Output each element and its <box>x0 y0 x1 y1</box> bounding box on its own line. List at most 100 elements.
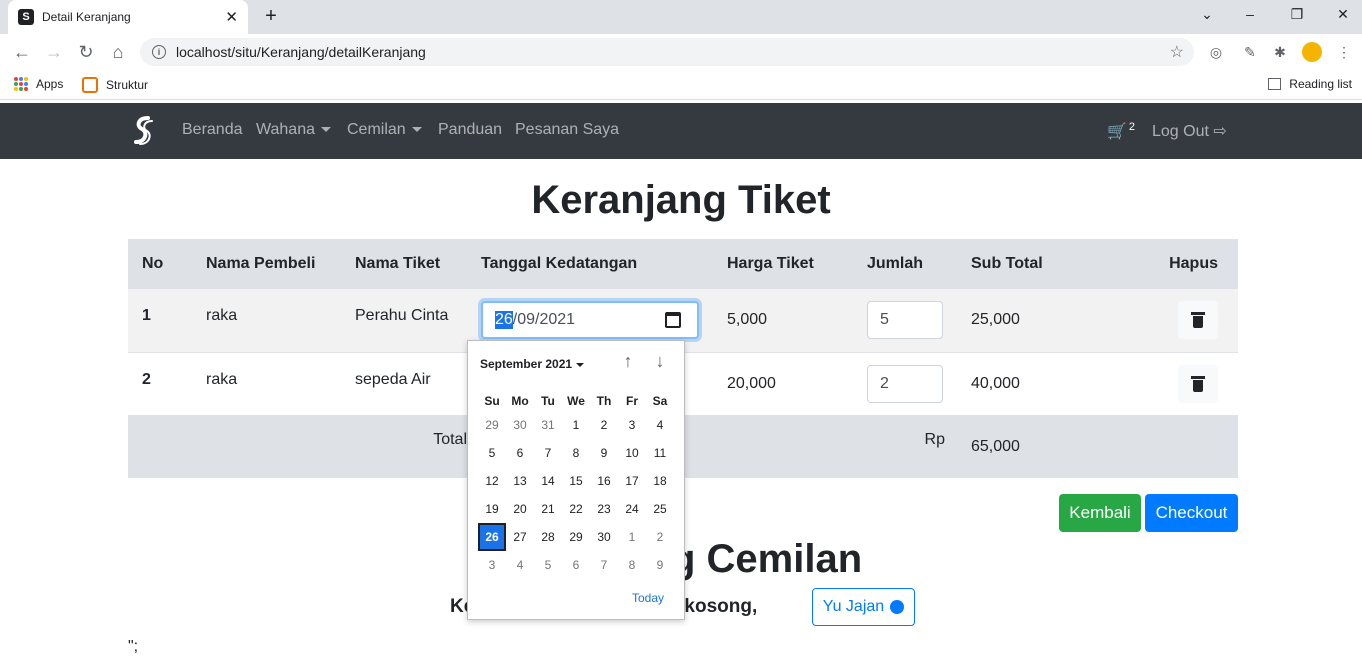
browser-tab[interactable]: S Detail Keranjang ✕ <box>8 0 248 34</box>
bookmark-apps[interactable]: Apps <box>14 77 63 91</box>
month-year-selector[interactable]: September 2021 <box>480 357 585 371</box>
calendar-icon[interactable] <box>665 312 681 329</box>
weekday-label: Mo <box>511 394 529 408</box>
calendar-day[interactable]: 18 <box>646 467 674 495</box>
logout-link[interactable]: Log Out ⇨ <box>1152 121 1227 141</box>
calendar-day[interactable]: 25 <box>646 495 674 523</box>
calendar-day[interactable]: 8 <box>562 439 590 467</box>
bookmark-star-icon[interactable]: ☆ <box>1170 42 1184 62</box>
calendar-day[interactable]: 9 <box>590 439 618 467</box>
date-day-segment[interactable]: 26 <box>495 311 513 330</box>
tab-search-icon[interactable]: ⌄ <box>1195 6 1219 23</box>
calendar-day[interactable]: 12 <box>478 467 506 495</box>
calendar-day[interactable]: 5 <box>534 551 562 579</box>
calendar-day[interactable]: 28 <box>534 523 562 551</box>
row-hapus-cell <box>1137 351 1238 415</box>
quantity-input[interactable]: 2 <box>867 364 943 403</box>
calendar-day[interactable]: 27 <box>506 523 534 551</box>
calendar-day[interactable]: 7 <box>534 439 562 467</box>
col-header-nama-tiket: Nama Tiket <box>341 239 467 289</box>
reading-list-button[interactable]: Reading list <box>1268 77 1352 91</box>
new-tab-plus-icon[interactable]: + <box>260 5 282 28</box>
browser-toolbar: ← → ↻ ⌂ i localhost/situ/Keranjang/detai… <box>0 34 1362 70</box>
calendar-day[interactable]: 7 <box>590 551 618 579</box>
checkout-button[interactable]: Checkout <box>1145 494 1238 532</box>
calendar-day[interactable]: 22 <box>562 495 590 523</box>
calendar-day[interactable]: 3 <box>478 551 506 579</box>
nav-beranda[interactable]: Beranda <box>182 121 243 139</box>
menu-kebab-icon[interactable]: ⋮ <box>1334 42 1354 62</box>
calendar-day[interactable]: 6 <box>506 439 534 467</box>
delete-button[interactable] <box>1178 301 1218 340</box>
calendar-grid: Su Mo Tu We Th Fr Sa 29 30 31 1 2 3 4 5 6 7 8 9 10 11… <box>478 391 674 579</box>
site-info-icon[interactable]: i <box>152 45 166 59</box>
nav-wahana-dropdown[interactable]: Wahana <box>256 121 331 139</box>
nav-pesanan-saya[interactable]: Pesanan Saya <box>515 121 619 139</box>
extension-eyedropper-icon[interactable]: ✎ <box>1240 42 1260 62</box>
restore-icon[interactable]: ❐ <box>1285 6 1309 23</box>
brand-logo-icon[interactable] <box>130 115 156 147</box>
date-input[interactable]: 26/09/2021 <box>481 301 699 340</box>
calendar-day[interactable]: 23 <box>590 495 618 523</box>
forward-arrow-icon[interactable]: → <box>42 40 66 64</box>
date-month-year[interactable]: /09/2021 <box>513 311 575 329</box>
calendar-day[interactable]: 15 <box>562 467 590 495</box>
yu-jajan-button[interactable]: Yu Jajan <box>812 588 915 626</box>
calendar-day[interactable]: 2 <box>646 523 674 551</box>
table-header-row: No Nama Pembeli Nama Tiket Tanggal Kedat… <box>128 239 1238 289</box>
trash-icon <box>1191 375 1205 392</box>
logout-label: Log Out <box>1152 123 1209 140</box>
home-icon[interactable]: ⌂ <box>106 40 130 64</box>
calendar-day[interactable]: 11 <box>646 439 674 467</box>
bookmark-struktur[interactable]: Struktur <box>82 77 148 93</box>
calendar-day[interactable]: 29 <box>478 411 506 439</box>
nav-cemilan-dropdown[interactable]: Cemilan <box>347 121 422 139</box>
profile-avatar[interactable] <box>1302 42 1322 62</box>
calendar-day[interactable]: 16 <box>590 467 618 495</box>
calendar-day[interactable]: 30 <box>506 411 534 439</box>
calendar-day[interactable]: 1 <box>562 411 590 439</box>
weekday-label: Tu <box>541 394 555 408</box>
calendar-day[interactable]: 10 <box>618 439 646 467</box>
extensions-puzzle-icon[interactable]: ✱ <box>1270 42 1290 62</box>
calendar-day[interactable]: 4 <box>646 411 674 439</box>
calendar-day[interactable]: 4 <box>506 551 534 579</box>
calendar-day[interactable]: 29 <box>562 523 590 551</box>
calendar-day[interactable]: 19 <box>478 495 506 523</box>
kembali-button[interactable]: Kembali <box>1059 494 1141 532</box>
address-bar[interactable]: i localhost/situ/Keranjang/detailKeranja… <box>140 38 1194 66</box>
minimize-icon[interactable]: – <box>1238 6 1262 22</box>
calendar-day[interactable]: 26 <box>478 523 506 551</box>
close-window-icon[interactable]: ✕ <box>1331 6 1355 23</box>
previous-month-arrow-icon[interactable]: ↑ <box>618 351 638 375</box>
calendar-day[interactable]: 1 <box>618 523 646 551</box>
calendar-day[interactable]: 9 <box>646 551 674 579</box>
quantity-input[interactable]: 5 <box>867 301 943 340</box>
nav-label: Pesanan Saya <box>515 121 620 138</box>
nav-label: Cemilan <box>347 121 406 138</box>
calendar-day[interactable]: 24 <box>618 495 646 523</box>
calendar-day[interactable]: 21 <box>534 495 562 523</box>
calendar-day[interactable]: 6 <box>562 551 590 579</box>
extension-circle-icon[interactable]: ◎ <box>1206 42 1226 62</box>
calendar-day[interactable]: 20 <box>506 495 534 523</box>
reload-icon[interactable]: ↻ <box>74 40 98 64</box>
calendar-day[interactable]: 30 <box>590 523 618 551</box>
nav-panduan[interactable]: Panduan <box>438 121 502 139</box>
next-month-arrow-icon[interactable]: ↓ <box>650 351 670 375</box>
trash-icon <box>1191 312 1205 329</box>
calendar-day[interactable]: 5 <box>478 439 506 467</box>
delete-button[interactable] <box>1178 364 1218 403</box>
total-value: 65,000 <box>957 415 1238 478</box>
back-arrow-icon[interactable]: ← <box>10 40 34 64</box>
calendar-day[interactable]: 3 <box>618 411 646 439</box>
calendar-day[interactable]: 8 <box>618 551 646 579</box>
calendar-day[interactable]: 14 <box>534 467 562 495</box>
calendar-day[interactable]: 13 <box>506 467 534 495</box>
today-button[interactable]: Today <box>632 591 664 605</box>
calendar-day[interactable]: 17 <box>618 467 646 495</box>
calendar-day[interactable]: 31 <box>534 411 562 439</box>
cart-link[interactable]: 🛒 2 <box>1107 121 1135 141</box>
close-tab-icon[interactable]: ✕ <box>225 8 238 26</box>
calendar-day[interactable]: 2 <box>590 411 618 439</box>
